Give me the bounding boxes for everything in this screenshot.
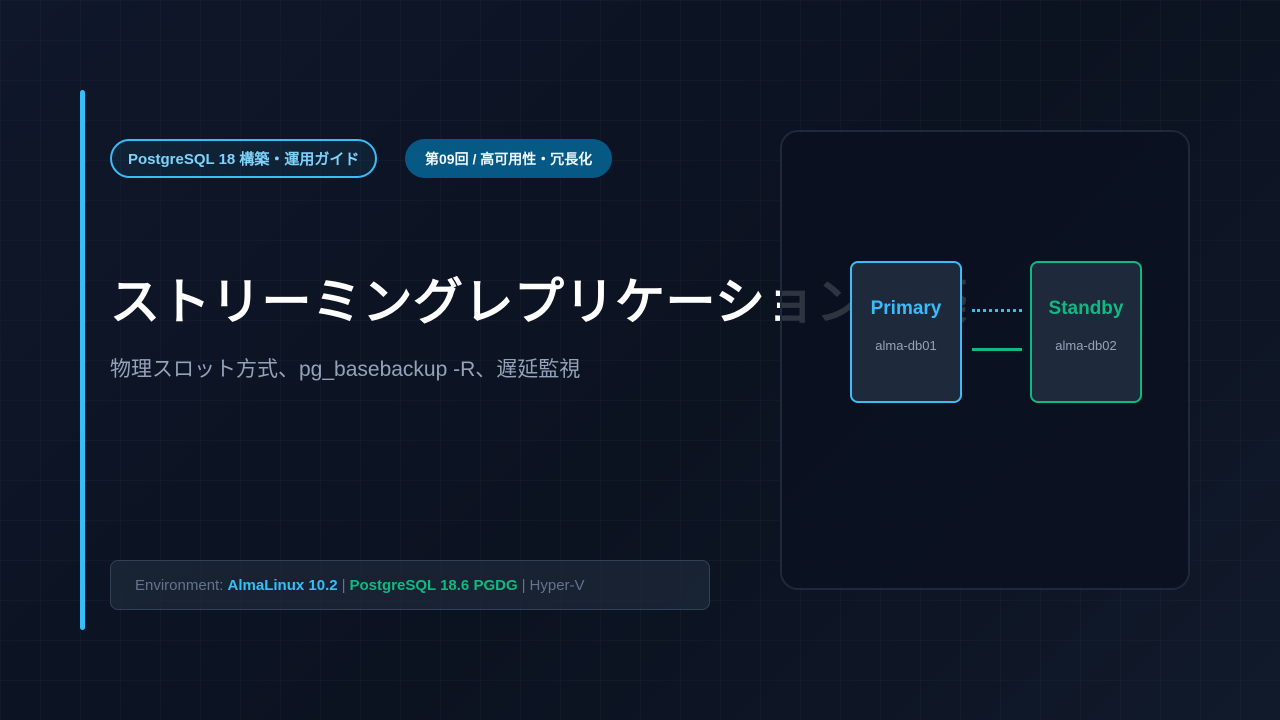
environment-os: AlmaLinux 10.2 — [227, 576, 338, 594]
replication-diagram: Primary alma-db01 Standby alma-db02 — [780, 130, 1190, 590]
environment-separator: | — [341, 576, 346, 594]
standby-node-title: Standby — [1048, 298, 1124, 319]
replication-link-dotted — [972, 309, 1022, 312]
standby-node-host: alma-db02 — [1055, 338, 1117, 353]
primary-node-host: alma-db01 — [875, 338, 937, 353]
replication-link-solid — [972, 348, 1022, 351]
page-subtitle: 物理スロット方式、pg_basebackup -R、遅延監視 — [110, 358, 581, 381]
standby-node: Standby alma-db02 — [1030, 261, 1142, 403]
primary-node: Primary alma-db01 — [850, 261, 962, 403]
series-badge: PostgreSQL 18 構築・運用ガイド — [110, 139, 378, 178]
accent-bar — [80, 90, 85, 630]
environment-info: Environment: AlmaLinux 10.2 | PostgreSQL 1… — [110, 560, 710, 610]
environment-postgres: PostgreSQL 18.6 PGDG — [349, 576, 518, 594]
environment-label: Environment: — [135, 576, 224, 594]
episode-badge: 第09回 / 高可用性・冗長化 — [405, 139, 613, 178]
primary-node-title: Primary — [870, 298, 942, 319]
environment-separator: | — [521, 576, 526, 594]
environment-hypervisor: Hyper-V — [529, 576, 585, 594]
